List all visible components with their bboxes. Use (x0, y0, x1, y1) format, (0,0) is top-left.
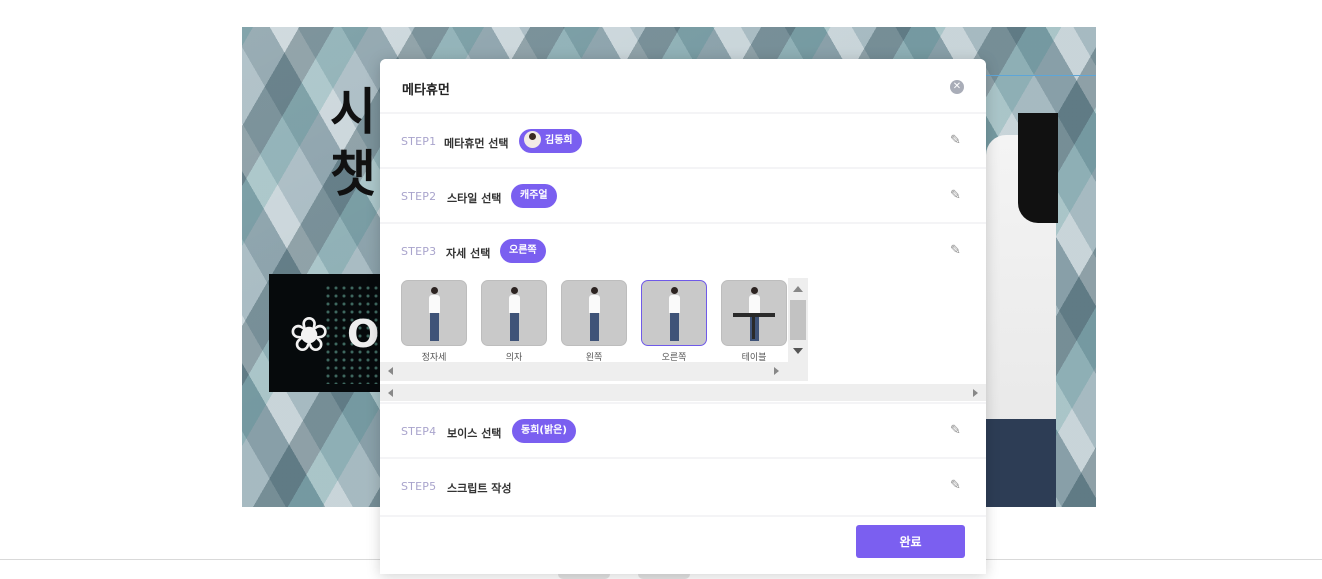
pose-list-horizontal-scrollbar[interactable] (380, 362, 788, 381)
guide-line (986, 75, 1096, 76)
pencil-icon[interactable]: ✎ (950, 189, 964, 203)
step-number: STEP5 (401, 480, 437, 493)
scroll-right-icon[interactable] (774, 367, 779, 375)
presenter-figure (986, 113, 1058, 507)
scroll-down-icon[interactable] (793, 348, 803, 354)
pose-thumbnail (401, 280, 467, 346)
step-label: 보이스 선택 (447, 427, 502, 440)
pose-thumbnail (721, 280, 787, 346)
step-label: 스크립트 작성 (447, 482, 512, 495)
pose-option-chair[interactable]: 의자 (481, 280, 547, 363)
scroll-left-icon[interactable] (388, 389, 393, 397)
pose-thumbnail (641, 280, 707, 346)
scrollbar-thumb[interactable] (790, 300, 806, 340)
step-number: STEP3 (401, 245, 437, 258)
selected-pose-badge: 오른쪽 (500, 239, 546, 263)
step-label: 스타일 선택 (447, 192, 502, 205)
step-2: STEP2 스타일 선택 캐주얼 ✎ (380, 169, 986, 222)
step-5: STEP5 스크립트 작성 ✎ (380, 459, 986, 515)
scroll-right-icon[interactable] (973, 389, 978, 397)
pencil-icon[interactable]: ✎ (950, 424, 964, 438)
pose-list: 정자세 의자 왼쪽 오른쪽 테이블 (380, 278, 809, 383)
modal-title: 메타휴먼 (402, 83, 450, 98)
done-button[interactable]: 완료 (856, 525, 965, 558)
step-label: 메타휴먼 선택 (444, 137, 509, 150)
step-number: STEP1 (401, 135, 437, 148)
step-label: 자세 선택 (446, 247, 491, 260)
scroll-left-icon[interactable] (388, 367, 393, 375)
pencil-icon[interactable]: ✎ (950, 479, 964, 493)
pose-option-right[interactable]: 오른쪽 (641, 280, 707, 363)
avatar (524, 130, 541, 148)
pencil-icon[interactable]: ✎ (950, 134, 964, 148)
slide-logo-text: O (347, 312, 380, 356)
pose-thumbnail (481, 280, 547, 346)
metahuman-modal: 메타휴먼 ✕ STEP1 메타휴먼 선택 김동희 ✎ STEP2 스타일 선택 … (380, 59, 986, 574)
selected-style-badge: 캐주얼 (511, 184, 557, 208)
slide-logo-image: ❀ O (269, 274, 384, 392)
pencil-icon[interactable]: ✎ (950, 244, 964, 258)
close-icon[interactable]: ✕ (950, 80, 964, 94)
step3-horizontal-scrollbar[interactable] (380, 384, 986, 401)
selected-metahuman-badge: 김동희 (519, 129, 582, 153)
step-4: STEP4 보이스 선택 동희(밝은) ✎ (380, 404, 986, 457)
pose-option-standing[interactable]: 정자세 (401, 280, 467, 363)
step-number: STEP2 (401, 190, 437, 203)
pose-list-vertical-scrollbar[interactable] (788, 278, 808, 381)
pose-option-table[interactable]: 테이블 (721, 280, 787, 363)
openai-logo-icon: ❀ (289, 307, 330, 363)
step-number: STEP4 (401, 425, 437, 438)
step-1: STEP1 메타휴먼 선택 김동희 ✎ (380, 114, 986, 167)
modal-header: 메타휴먼 ✕ (380, 59, 986, 112)
selected-voice-badge: 동희(밝은) (512, 419, 576, 443)
modal-footer: 완료 (380, 517, 986, 574)
scroll-up-icon[interactable] (793, 286, 803, 292)
pose-thumbnail (561, 280, 627, 346)
pose-option-left[interactable]: 왼쪽 (561, 280, 627, 363)
